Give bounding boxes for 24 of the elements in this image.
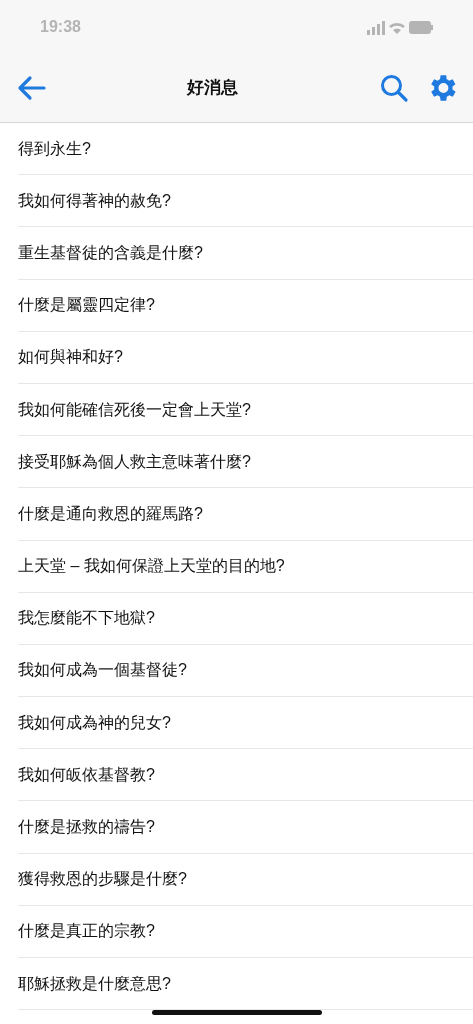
- list-item[interactable]: 我如何能確信死後一定會上天堂?: [18, 397, 251, 422]
- screen-title: 好消息: [187, 77, 238, 100]
- list-item[interactable]: 我如何成為一個基督徒?: [18, 658, 187, 683]
- list-item[interactable]: 獲得救恩的步驟是什麼?: [18, 867, 187, 892]
- list-item[interactable]: 如何與神和好?: [18, 345, 123, 370]
- list-item[interactable]: 什麼是真正的宗教?: [18, 919, 155, 944]
- list-item[interactable]: 接受耶穌為個人救主意味著什麼?: [18, 449, 251, 474]
- wifi-icon: [389, 20, 405, 34]
- list-item[interactable]: 我怎麼能不下地獄?: [18, 606, 155, 631]
- list-item[interactable]: 得到永生?: [18, 136, 91, 161]
- list-item[interactable]: 我如何得著神的赦免?: [18, 188, 171, 213]
- list-item[interactable]: 我如何成為神的兒女?: [18, 710, 171, 735]
- signal-icon: [367, 19, 385, 35]
- back-arrow-icon: [16, 75, 46, 101]
- battery-icon: [409, 20, 433, 34]
- list-item[interactable]: 重生基督徒的含義是什麼?: [18, 240, 203, 265]
- list-item[interactable]: 耶穌拯救是什麼意思?: [18, 971, 171, 996]
- list-item[interactable]: 上天堂 – 我如何保證上天堂的目的地?: [18, 554, 285, 579]
- list-item[interactable]: 什麼是屬靈四定律?: [18, 293, 155, 318]
- list-item[interactable]: 什麼是拯救的禱告?: [18, 815, 155, 840]
- list-item[interactable]: 什麼是通向救恩的羅馬路?: [18, 501, 203, 526]
- list-item[interactable]: 我如何皈依基督教?: [18, 762, 155, 787]
- status-time: 19:38: [40, 17, 81, 37]
- search-icon: [379, 73, 409, 103]
